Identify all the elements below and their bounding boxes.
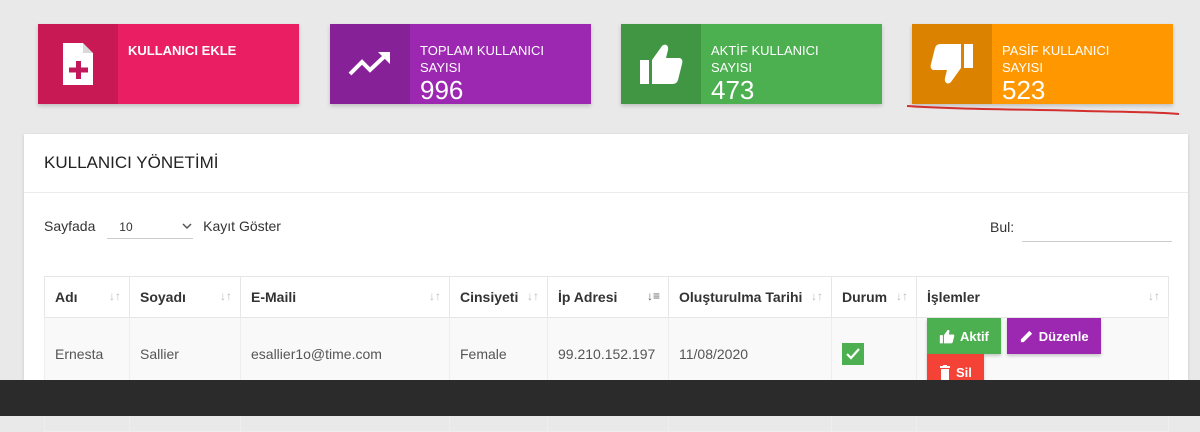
sort-icon: ↓↑ xyxy=(527,289,539,303)
edit-label: Düzenle xyxy=(1038,328,1089,344)
sort-desc-icon: ↓≡ xyxy=(646,289,660,303)
activate-button[interactable]: Aktif xyxy=(927,318,1001,354)
edit-button[interactable]: Düzenle xyxy=(1006,318,1101,354)
column-header-actions[interactable]: İşlemler ↓↑ xyxy=(916,276,1169,318)
annotation-underline xyxy=(906,105,1180,115)
delete-label: Sil xyxy=(956,364,972,380)
page-size-select[interactable]: 10 xyxy=(107,218,194,239)
passive-users-card: PASİF KULLANICI SAYISI 523 xyxy=(912,24,1173,104)
active-users-title: AKTİF KULLANICI SAYISI xyxy=(711,43,819,75)
column-header-status[interactable]: Durum ↓↑ xyxy=(831,276,917,318)
column-header-email[interactable]: E-Maili ↓↑ xyxy=(240,276,450,318)
add-user-card[interactable]: KULLANICI EKLE xyxy=(38,24,299,104)
panel-title: KULLANICI YÖNETİMİ xyxy=(24,134,1188,193)
check-icon xyxy=(846,348,860,360)
activate-label: Aktif xyxy=(960,328,989,344)
total-users-title: TOPLAM KULLANICI SAYISI xyxy=(420,43,545,75)
column-header-first-name[interactable]: Adı ↓↑ xyxy=(44,276,130,318)
trending-up-icon xyxy=(330,24,410,104)
search-input[interactable] xyxy=(1022,218,1173,242)
trash-icon xyxy=(940,364,950,380)
passive-users-title: PASİF KULLANICI SAYISI xyxy=(1002,43,1110,75)
add-file-icon xyxy=(38,24,118,104)
chevron-down-icon xyxy=(181,220,193,235)
status-checkbox[interactable] xyxy=(842,343,864,365)
page-size-suffix: Kayıt Göster xyxy=(203,218,281,234)
search-control: Bul: xyxy=(990,218,1173,242)
thumbs-up-icon xyxy=(939,329,955,343)
add-user-title: KULLANICI EKLE xyxy=(128,43,237,58)
thumbs-down-icon xyxy=(912,24,992,104)
user-management-panel: KULLANICI YÖNETİMİ Sayfada 10 Kayıt Göst… xyxy=(24,134,1188,432)
total-users-card: TOPLAM KULLANICI SAYISI 996 xyxy=(330,24,591,104)
active-users-count: 473 xyxy=(711,75,755,105)
page-size-control: Sayfada 10 Kayıt Göster xyxy=(44,218,281,239)
column-header-ip[interactable]: İp Adresi ↓≡ xyxy=(547,276,669,318)
sort-icon: ↓↑ xyxy=(429,289,441,303)
column-header-last-name[interactable]: Soyadı ↓↑ xyxy=(129,276,241,318)
active-users-card: AKTİF KULLANICI SAYISI 473 xyxy=(621,24,882,104)
page-size-prefix: Sayfada xyxy=(44,218,96,234)
sort-icon: ↓↑ xyxy=(220,289,232,303)
sort-icon: ↓↑ xyxy=(811,289,823,303)
thumbs-up-icon xyxy=(621,24,701,104)
bottom-overlay-bar xyxy=(0,380,1200,416)
pencil-icon xyxy=(1020,330,1032,342)
search-label: Bul: xyxy=(990,219,1015,235)
column-header-gender[interactable]: Cinsiyeti ↓↑ xyxy=(449,276,548,318)
sort-icon: ↓↑ xyxy=(109,289,121,303)
total-users-count: 996 xyxy=(420,75,464,105)
column-header-created[interactable]: Oluşturulma Tarihi ↓↑ xyxy=(668,276,832,318)
sort-icon: ↓↑ xyxy=(1148,289,1160,303)
page-size-value: 10 xyxy=(119,220,133,234)
sort-icon: ↓↑ xyxy=(896,289,908,303)
table-header-row: Adı ↓↑ Soyadı ↓↑ E-Maili ↓↑ Cinsiyeti ↓↑ İp … xyxy=(44,276,1169,318)
